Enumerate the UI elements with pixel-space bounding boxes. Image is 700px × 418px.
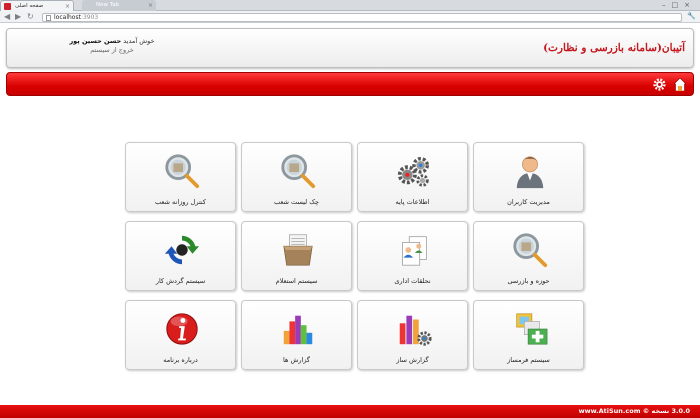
url-host: localhost bbox=[54, 13, 81, 21]
app-header: آتیبان(سامانه بازرسی و نظارت) خوش آمدید … bbox=[6, 28, 694, 68]
tile-daily-branch-control[interactable]: کنترل روزانه شعب bbox=[125, 142, 236, 212]
back-arrow-icon[interactable]: ◀ bbox=[4, 12, 10, 22]
tile-label: گزارش ساز bbox=[396, 356, 429, 364]
home-icon[interactable] bbox=[673, 77, 687, 92]
tile-reports[interactable]: گزارش ها bbox=[241, 300, 352, 370]
tile-report-builder[interactable]: گزارش ساز bbox=[357, 300, 468, 370]
forward-arrow-icon[interactable]: ▶ bbox=[15, 12, 21, 22]
tile-workflow-system[interactable]: سیستم گردش کار bbox=[125, 221, 236, 291]
browser-tab-label: New Tab bbox=[96, 2, 120, 8]
welcome-message: خوش آمدید حسن حسین پور bbox=[47, 37, 177, 45]
browser-tabstrip: صفحه اصلی × New Tab × –□× bbox=[0, 0, 700, 11]
sync-arrows-icon bbox=[164, 235, 200, 265]
footer-bar: 3.0.0 نسخه © www.AtiSun.com bbox=[0, 405, 700, 418]
magnifier-search-icon bbox=[281, 154, 316, 189]
wrench-menu-icon[interactable]: 🔧 bbox=[687, 12, 696, 20]
url-port: :3903 bbox=[80, 13, 99, 21]
tile-basic-info[interactable]: اطلاعات پایه bbox=[357, 142, 468, 212]
tile-label: سیستم گردش کار bbox=[155, 277, 206, 285]
user-name: حسن حسین پور bbox=[69, 37, 122, 45]
tile-inquiry-system[interactable]: سیستم استعلام bbox=[241, 221, 352, 291]
tile-label: گزارش ها bbox=[282, 356, 311, 364]
tile-label: حوزه و بازرسی bbox=[507, 277, 550, 285]
info-icon bbox=[166, 313, 198, 345]
tile-about-app[interactable]: درباره برنامه bbox=[125, 300, 236, 370]
gears-icon bbox=[397, 156, 430, 187]
browser-tab-new[interactable]: New Tab × bbox=[82, 0, 156, 11]
magnifier-search-icon bbox=[513, 233, 548, 268]
maximize-icon[interactable]: □ bbox=[672, 1, 685, 9]
tile-user-management[interactable]: مدیریت کاربران bbox=[473, 142, 584, 212]
tile-label: نحلقات اداری bbox=[394, 277, 431, 285]
minimize-icon[interactable]: – bbox=[662, 1, 672, 9]
logout-link[interactable]: خروج از سیستم bbox=[47, 46, 177, 54]
tile-label: درباره برنامه bbox=[163, 356, 198, 364]
tile-administrative-violations[interactable]: نحلقات اداری bbox=[357, 221, 468, 291]
browser-tab-label: صفحه اصلی bbox=[15, 3, 44, 9]
tile-label: چک لیست شعب bbox=[273, 198, 320, 206]
browser-tab-active[interactable]: صفحه اصلی × bbox=[0, 0, 74, 11]
tile-label: اطلاعات پایه bbox=[395, 198, 430, 206]
bar-chart-icon bbox=[283, 315, 313, 345]
tile-label: کنترل روزانه شعب bbox=[155, 198, 206, 206]
gear-icon[interactable] bbox=[652, 77, 667, 92]
close-window-icon[interactable]: × bbox=[684, 1, 696, 9]
tile-label: مدیریت کاربران bbox=[507, 198, 550, 206]
url-input[interactable]: localhost:3903 bbox=[42, 12, 682, 22]
footer-copyright: 3.0.0 نسخه © www.AtiSun.com bbox=[578, 407, 690, 415]
tile-inspection-area[interactable]: حوزه و بازرسی bbox=[473, 221, 584, 291]
tile-form-builder[interactable]: سیستم فرمساز bbox=[473, 300, 584, 370]
user-icon bbox=[516, 156, 544, 189]
reload-icon[interactable]: ↻ bbox=[27, 12, 34, 22]
welcome-prefix: خوش آمدید bbox=[123, 37, 155, 45]
file-box-icon bbox=[283, 234, 313, 266]
app-favicon-icon bbox=[4, 3, 11, 10]
main-toolbar bbox=[6, 72, 694, 96]
window-controls: –□× bbox=[662, 1, 696, 9]
tab-close-icon[interactable]: × bbox=[148, 0, 153, 11]
app-title: آتیبان(سامانه بازرسی و نظارت) bbox=[543, 42, 685, 54]
magnifier-search-icon bbox=[165, 154, 200, 189]
page-icon bbox=[46, 14, 51, 21]
tile-branch-checklist[interactable]: چک لیست شعب bbox=[241, 142, 352, 212]
tile-label: سیستم استعلام bbox=[275, 277, 318, 285]
report-builder-icon bbox=[399, 315, 432, 346]
browser-toolbar: ◀ ▶ ↻ localhost:3903 🔧 bbox=[0, 11, 700, 23]
documents-icon bbox=[402, 236, 427, 266]
form-builder-icon bbox=[516, 313, 548, 345]
tile-label: سیستم فرمساز bbox=[507, 356, 550, 364]
